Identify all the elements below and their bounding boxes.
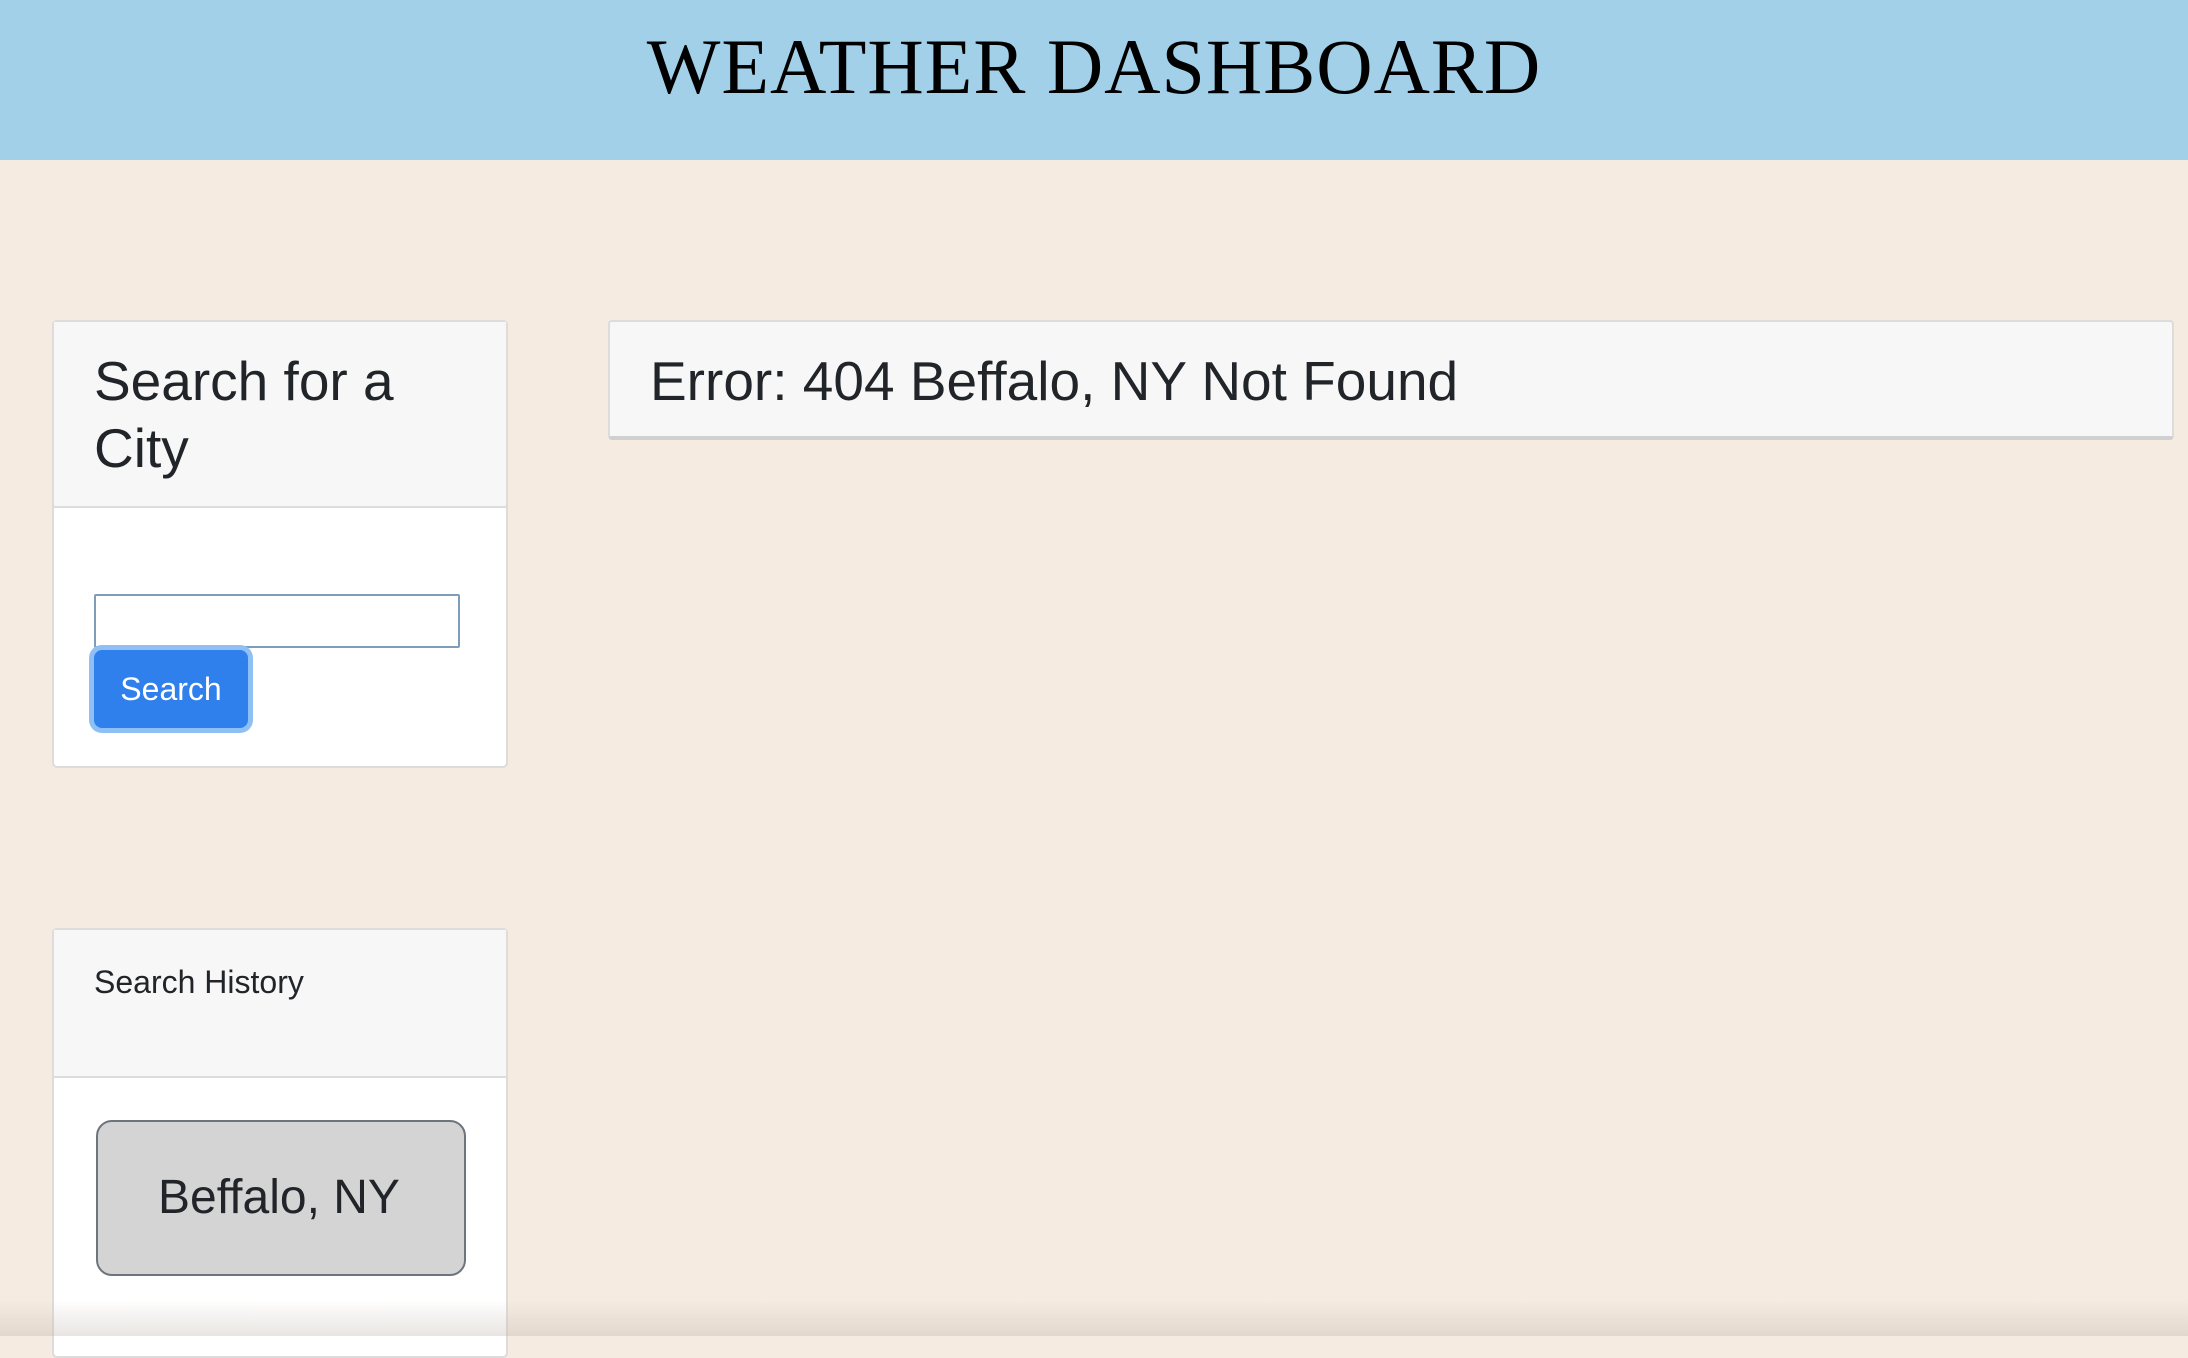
search-history-card: Search History Beffalo, NY	[52, 928, 508, 1358]
page-header: WEATHER DASHBOARD	[0, 0, 2188, 160]
history-item-button[interactable]: Beffalo, NY	[96, 1120, 466, 1276]
search-history-header: Search History	[54, 930, 506, 1078]
page-title: WEATHER DASHBOARD	[646, 23, 1542, 110]
city-search-input[interactable]	[94, 594, 460, 648]
search-button[interactable]: Search	[94, 650, 248, 728]
error-card: Error: 404 Beffalo, NY Not Found	[608, 320, 2174, 440]
search-card: Search for a City Search	[52, 320, 508, 768]
error-message: Error: 404 Beffalo, NY Not Found	[650, 350, 1459, 412]
search-card-header: Search for a City	[54, 322, 506, 508]
